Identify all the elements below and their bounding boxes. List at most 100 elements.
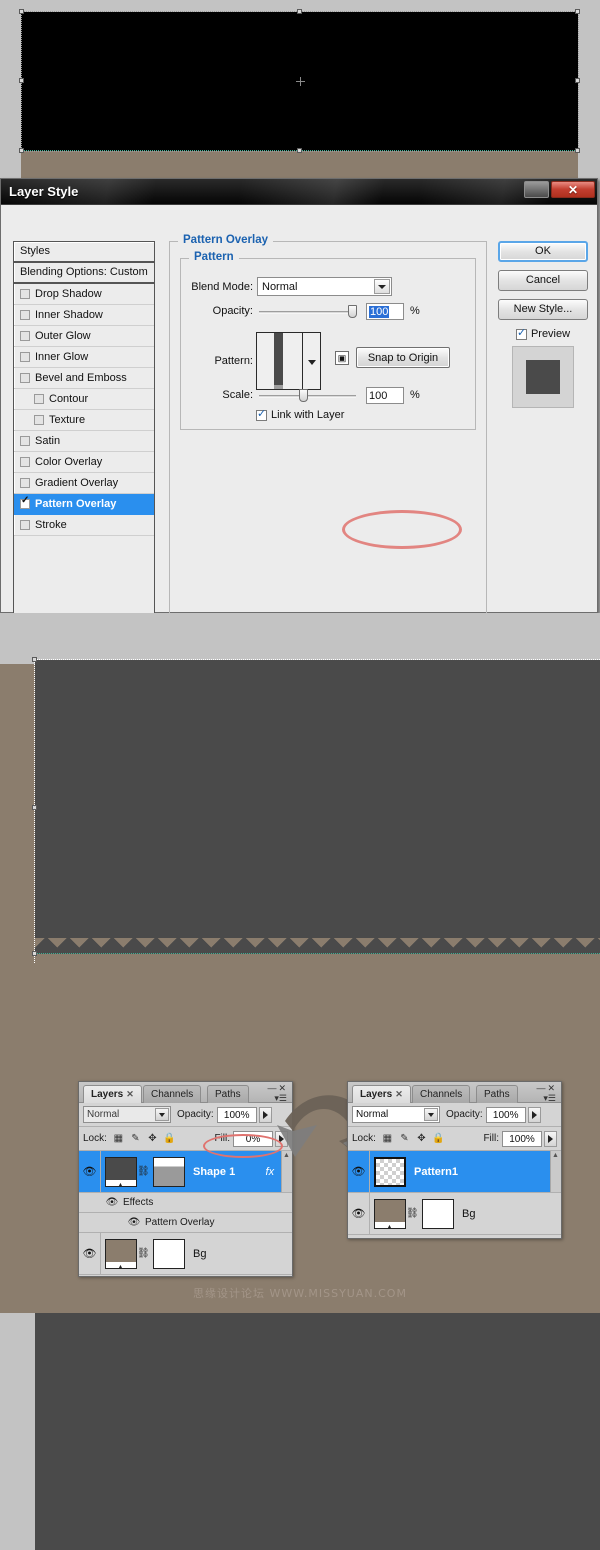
tab-close-icon[interactable]: ✕ (126, 1089, 134, 1099)
opacity-input-left[interactable]: 100% (216, 1106, 257, 1123)
link-icon[interactable]: ⛓ (406, 1208, 419, 1219)
tab-layers[interactable]: Layers ✕ (352, 1085, 411, 1103)
snap-to-origin-button[interactable]: Snap to Origin (356, 347, 450, 368)
stroke-checkbox[interactable] (20, 520, 30, 530)
style-row-stroke[interactable]: Stroke (14, 515, 154, 536)
style-row-outer-glow[interactable]: Outer Glow (14, 326, 154, 347)
eye-icon[interactable]: 👁 (79, 1233, 101, 1274)
transform-handle-bc[interactable] (297, 148, 302, 153)
scale-slider-thumb[interactable] (299, 389, 308, 402)
tab-layers[interactable]: Layers ✕ (83, 1085, 142, 1103)
link-with-layer-checkbox-box[interactable] (256, 407, 267, 421)
style-row-bevel-and-emboss[interactable]: Bevel and Emboss (14, 368, 154, 389)
chevron-down-icon[interactable] (155, 1108, 169, 1121)
layer-row-pattern1[interactable]: 👁 Pattern1 (348, 1151, 561, 1193)
transform-handle-tr[interactable] (575, 9, 580, 14)
opacity-slider-thumb[interactable] (348, 305, 357, 318)
lock-brush-icon[interactable]: ✎ (398, 1132, 411, 1145)
tab-close-icon[interactable]: ✕ (395, 1089, 403, 1099)
style-row-color-overlay[interactable]: Color Overlay (14, 452, 154, 473)
style-row-satin[interactable]: Satin (14, 431, 154, 452)
new-pattern-icon[interactable]: ▣ (335, 351, 349, 365)
transform-handle-mr[interactable] (575, 78, 580, 83)
tab-channels[interactable]: Channels (412, 1085, 471, 1103)
layer-effect-pattern-overlay-row[interactable]: 👁 Pattern Overlay (79, 1213, 292, 1233)
layer-thumbnail[interactable] (374, 1156, 406, 1187)
blend-mode-select-right[interactable]: Normal (352, 1106, 440, 1123)
new-style-button[interactable]: New Style... (498, 299, 588, 320)
pattern-overlay-checkbox[interactable] (20, 496, 30, 509)
opacity-stepper-right[interactable] (527, 1106, 541, 1123)
layer-mask-thumbnail[interactable] (153, 1238, 185, 1269)
chevron-down-icon[interactable] (424, 1108, 438, 1121)
transform-handle-tl[interactable] (19, 9, 24, 14)
dialog-titlebar[interactable]: Layer Style ✕ (1, 179, 597, 205)
tab-channels[interactable]: Channels (143, 1085, 202, 1103)
lock-all-icon[interactable]: 🔒 (163, 1132, 176, 1145)
style-row-texture[interactable]: Texture (14, 410, 154, 431)
minimize-icon[interactable] (524, 181, 549, 198)
layer-row-bg-right[interactable]: 👁 ⛓ Bg (348, 1193, 561, 1235)
lock-transparency-icon[interactable]: ▦ (112, 1132, 125, 1145)
preview-checkbox-box[interactable] (515, 326, 527, 340)
tab-paths[interactable]: Paths (476, 1085, 518, 1103)
transform-handle-bl[interactable] (19, 148, 24, 153)
eye-icon[interactable]: 👁 (123, 1217, 145, 1228)
opacity-slider-track[interactable] (259, 311, 356, 314)
opacity-input[interactable]: 100 (366, 303, 404, 320)
contour-checkbox[interactable] (34, 394, 44, 404)
lock-move-icon[interactable]: ✥ (146, 1132, 159, 1145)
link-with-layer-checkbox[interactable]: Link with Layer (256, 407, 344, 421)
style-row-pattern-overlay[interactable]: Pattern Overlay (14, 494, 154, 515)
satin-checkbox[interactable] (20, 436, 30, 446)
link-icon[interactable]: ⛓ (137, 1166, 150, 1177)
cancel-button[interactable]: Cancel (498, 270, 588, 291)
styles-list-header[interactable]: Styles (14, 242, 154, 263)
layer-thumbnail[interactable] (105, 1156, 137, 1189)
preview-checkbox[interactable]: Preview (498, 326, 588, 340)
style-row-drop-shadow[interactable]: Drop Shadow (14, 284, 154, 305)
pattern-dropdown-icon[interactable] (303, 333, 320, 389)
lock-transparency-icon[interactable]: ▦ (381, 1132, 394, 1145)
blending-options-row[interactable]: Blending Options: Custom (14, 263, 154, 284)
fill-stepper-right[interactable] (544, 1130, 557, 1147)
panel-scrollbar[interactable] (550, 1151, 561, 1192)
transform-handle-lower-ml[interactable] (32, 805, 37, 810)
eye-icon[interactable]: 👁 (101, 1197, 123, 1208)
texture-checkbox[interactable] (34, 415, 44, 425)
fill-input-right[interactable]: 100% (502, 1130, 542, 1147)
lock-move-icon[interactable]: ✥ (415, 1132, 428, 1145)
layer-thumbnail[interactable] (374, 1198, 406, 1231)
close-icon[interactable]: ✕ (551, 181, 595, 198)
chevron-down-icon[interactable] (374, 279, 390, 294)
vector-mask-thumbnail[interactable] (153, 1156, 185, 1187)
transform-handle-tc[interactable] (297, 9, 302, 14)
opacity-input-right[interactable]: 100% (485, 1106, 526, 1123)
gradient-overlay-checkbox[interactable] (20, 478, 30, 488)
style-row-inner-shadow[interactable]: Inner Shadow (14, 305, 154, 326)
style-row-gradient-overlay[interactable]: Gradient Overlay (14, 473, 154, 494)
layer-row-bg-left[interactable]: 👁 ⛓ Bg (79, 1233, 292, 1275)
scale-input[interactable]: 100 (366, 387, 404, 404)
transform-handle-lower-tl[interactable] (32, 657, 37, 662)
inner-glow-checkbox[interactable] (20, 352, 30, 362)
eye-icon[interactable]: 👁 (348, 1193, 370, 1234)
style-row-contour[interactable]: Contour (14, 389, 154, 410)
eye-icon[interactable]: 👁 (79, 1151, 101, 1192)
link-icon[interactable]: ⛓ (137, 1248, 150, 1259)
transform-handle-br[interactable] (575, 148, 580, 153)
tab-paths[interactable]: Paths (207, 1085, 249, 1103)
outer-glow-checkbox[interactable] (20, 331, 30, 341)
eye-icon[interactable]: 👁 (348, 1151, 370, 1192)
blend-mode-select-left[interactable]: Normal (83, 1106, 171, 1123)
styles-list-panel[interactable]: Styles Blending Options: Custom Drop Sha… (13, 241, 155, 636)
layer-thumbnail[interactable] (105, 1238, 137, 1271)
lock-all-icon[interactable]: 🔒 (432, 1132, 445, 1145)
lock-brush-icon[interactable]: ✎ (129, 1132, 142, 1145)
inner-shadow-checkbox[interactable] (20, 310, 30, 320)
layer-mask-thumbnail[interactable] (422, 1198, 454, 1229)
blend-mode-select[interactable]: Normal (257, 277, 392, 296)
color-overlay-checkbox[interactable] (20, 457, 30, 467)
drop-shadow-checkbox[interactable] (20, 289, 30, 299)
transform-handle-lower-bl[interactable] (32, 951, 37, 956)
